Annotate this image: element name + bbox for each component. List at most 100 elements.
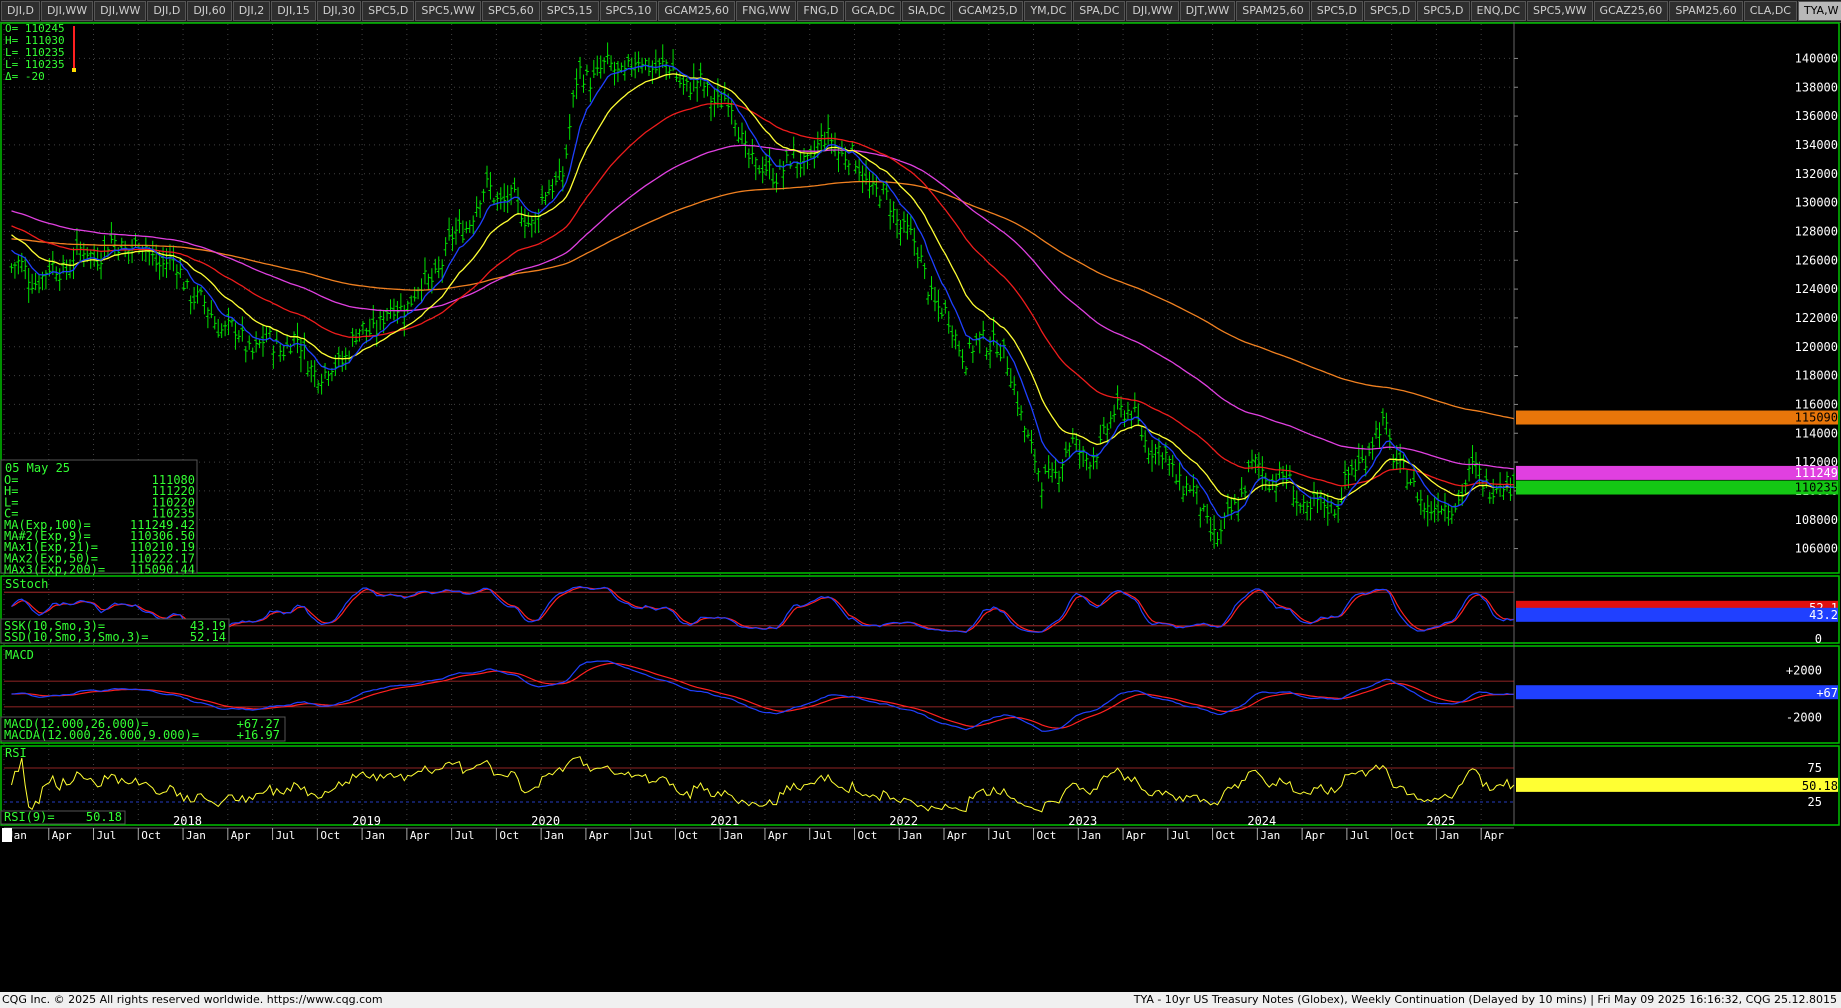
chart-tab[interactable]: CLA,DC bbox=[1743, 1, 1797, 21]
time-axis-month-label: Jan bbox=[186, 829, 206, 842]
price-axis-label: 114000 bbox=[1795, 426, 1838, 440]
time-axis-month-label: Apr bbox=[947, 829, 967, 842]
price-axis-label: 140000 bbox=[1795, 51, 1838, 65]
time-axis-month-label: Jan bbox=[544, 829, 564, 842]
chart-tab[interactable]: SPAM25,60 bbox=[1669, 1, 1743, 21]
time-axis-year-label: 2020 bbox=[531, 814, 560, 828]
macd-marker bbox=[1516, 685, 1838, 700]
chart-tab[interactable]: SPC5,60 bbox=[481, 1, 540, 21]
chart-tab[interactable]: SIA,DC bbox=[901, 1, 952, 21]
time-axis-month-label: Jan bbox=[1260, 829, 1280, 842]
chart-tab[interactable]: SPA,DC bbox=[1073, 1, 1126, 21]
chart-tab-bar: DJI,D DJI,WW DJI,WW DJI,D DJI,60 DJI,2 DJI,15 D… bbox=[0, 0, 1841, 23]
time-axis-month-label: Apr bbox=[410, 829, 430, 842]
time-axis-month-label: Jul bbox=[813, 829, 833, 842]
chart-tab[interactable]: FNG,D bbox=[797, 1, 845, 21]
time-axis-month-label: Oct bbox=[678, 829, 698, 842]
chart-tab[interactable]: SPC5,D bbox=[362, 1, 415, 21]
chart-tab[interactable]: GCAZ25,60 bbox=[1593, 1, 1669, 21]
time-axis-month-label: Oct bbox=[320, 829, 340, 842]
price-marker-label: 110235 bbox=[1795, 481, 1838, 495]
price-axis-label: 134000 bbox=[1795, 138, 1838, 152]
chart-tab[interactable]: SPC5,D bbox=[1310, 1, 1363, 21]
macd-value: +16.97 bbox=[237, 728, 280, 742]
chart-tab[interactable]: DJT,WW bbox=[1179, 1, 1236, 21]
chart-tab[interactable]: DJI,D bbox=[147, 1, 187, 21]
time-axis-year-label: 2019 bbox=[352, 814, 381, 828]
sstoch-ssk-marker bbox=[1516, 607, 1838, 622]
chart-tab[interactable]: SPC5,WW bbox=[1527, 1, 1593, 21]
chart-tab[interactable]: DJI,60 bbox=[187, 1, 232, 21]
time-axis-month-label: Oct bbox=[1216, 829, 1236, 842]
chart-tab[interactable]: SPC5,15 bbox=[540, 1, 599, 21]
price-axis-label: 132000 bbox=[1795, 167, 1838, 181]
chart-area[interactable]: 140000 138000 136000 134000 132000 130000 1280… bbox=[0, 22, 1841, 992]
time-axis-year-label: 2024 bbox=[1247, 814, 1276, 828]
chart-tab[interactable]: SPC5,D bbox=[1417, 1, 1470, 21]
chart-tab[interactable]: DJI,WW bbox=[1126, 1, 1179, 21]
scroll-handle[interactable] bbox=[2, 828, 12, 842]
chart-tab[interactable]: DJI,D bbox=[1, 1, 40, 21]
macd-axis-label: -2000 bbox=[1786, 710, 1822, 724]
chart-tab[interactable]: YM,DC bbox=[1024, 1, 1073, 21]
time-axis-month-label: Jul bbox=[634, 829, 654, 842]
price-marker bbox=[1516, 480, 1838, 495]
price-axis-label: 138000 bbox=[1795, 80, 1838, 94]
time-axis-month-label: Oct bbox=[1395, 829, 1415, 842]
chart-tab[interactable]: GCAM25,60 bbox=[658, 1, 736, 21]
price-axis-label: 124000 bbox=[1795, 282, 1838, 296]
chart-tab[interactable]: GCA,DC bbox=[845, 1, 901, 21]
rsi-title: RSI bbox=[5, 746, 27, 760]
time-axis-month-label: Oct bbox=[141, 829, 161, 842]
info-box-value: 115090.44 bbox=[130, 563, 195, 577]
time-axis-month-label: Oct bbox=[857, 829, 877, 842]
time-axis-month-label: Apr bbox=[768, 829, 788, 842]
time-axis-year-label: 2023 bbox=[1068, 814, 1097, 828]
macd-title: MACD bbox=[5, 648, 34, 662]
chart-tab[interactable]: SPC5,D bbox=[1363, 1, 1417, 21]
time-axis-year-label: 2025 bbox=[1426, 814, 1455, 828]
rsi-axis-label: 25 bbox=[1808, 795, 1822, 809]
price-marker-label: 111249 bbox=[1795, 466, 1838, 480]
time-axis-month-label: Jan bbox=[1081, 829, 1101, 842]
time-axis-month-label: Jul bbox=[1171, 829, 1191, 842]
sstoch-ssk-marker-label: 43.2 bbox=[1809, 608, 1838, 622]
time-axis-month-label: Jan bbox=[365, 829, 385, 842]
time-axis-month-label: Jul bbox=[1350, 829, 1370, 842]
chart-tab[interactable]: TYA,W bbox=[1797, 1, 1841, 21]
chart-tab[interactable]: GCAM25,D bbox=[952, 1, 1024, 21]
chart-tab[interactable]: SPC5,10 bbox=[599, 1, 658, 21]
rsi-axis-label: 75 bbox=[1808, 761, 1822, 775]
sstoch-value: 52.14 bbox=[190, 630, 226, 644]
cursor-range-marker bbox=[72, 68, 76, 72]
price-axis-label: 136000 bbox=[1795, 109, 1838, 123]
price-axis-label: 130000 bbox=[1795, 196, 1838, 210]
time-axis-month-label: Oct bbox=[1037, 829, 1057, 842]
chart-tab[interactable]: DJI,WW bbox=[40, 1, 94, 21]
price-axis-label: 122000 bbox=[1795, 311, 1838, 325]
chart-tab[interactable]: DJI,WW bbox=[94, 1, 147, 21]
price-axis-label: 116000 bbox=[1795, 397, 1838, 411]
time-axis-month-label: Apr bbox=[1484, 829, 1504, 842]
time-axis-month-label: Apr bbox=[1305, 829, 1325, 842]
chart-tab[interactable]: FNG,WW bbox=[736, 1, 797, 21]
copyright-text: CQG Inc. © 2025 All rights reserved worl… bbox=[2, 993, 383, 1006]
price-axis-label: 126000 bbox=[1795, 253, 1838, 267]
chart-tab[interactable]: SPAM25,60 bbox=[1236, 1, 1310, 21]
time-axis-month-label: Apr bbox=[1126, 829, 1146, 842]
chart-tab[interactable]: ENQ,DC bbox=[1470, 1, 1526, 21]
chart-tab[interactable]: DJI,15 bbox=[271, 1, 316, 21]
price-axis-label: 108000 bbox=[1795, 513, 1838, 527]
time-axis-month-label: Jul bbox=[455, 829, 475, 842]
macd-label: MACDA(12.000,26.000,9.000)= bbox=[4, 728, 199, 742]
time-axis-month-label: Jan bbox=[1439, 829, 1459, 842]
chart-tab[interactable]: DJI,30 bbox=[316, 1, 362, 21]
chart-tab[interactable]: DJI,2 bbox=[232, 1, 271, 21]
price-axis-label: 118000 bbox=[1795, 369, 1838, 383]
status-bar: CQG Inc. © 2025 All rights reserved worl… bbox=[0, 992, 1841, 1008]
rsi-marker-label: 50.18 bbox=[1802, 779, 1838, 793]
time-axis-month-label: Jul bbox=[97, 829, 117, 842]
chart-tab[interactable]: SPC5,WW bbox=[415, 1, 481, 21]
instrument-status-text: TYA - 10yr US Treasury Notes (Globex), W… bbox=[1133, 993, 1837, 1006]
price-axis-label: 128000 bbox=[1795, 224, 1838, 238]
